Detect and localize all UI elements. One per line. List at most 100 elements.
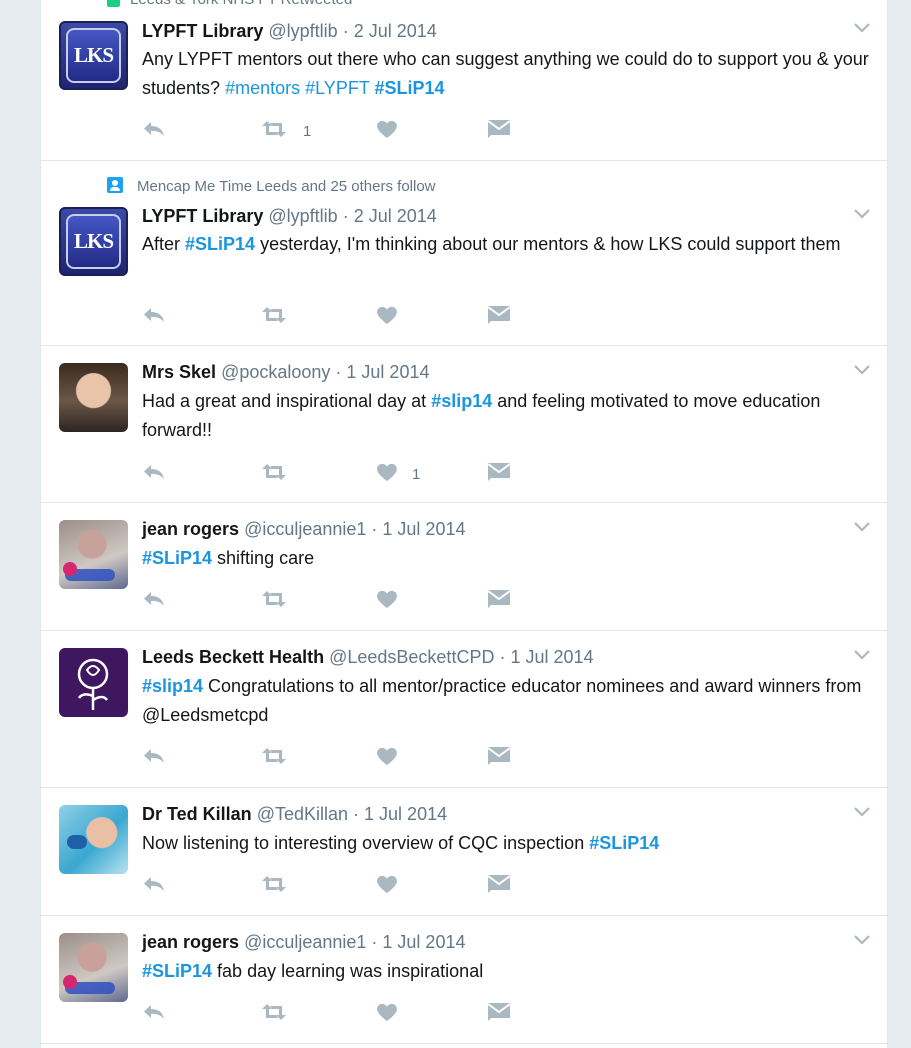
heart-icon <box>376 119 398 143</box>
reply-button[interactable] <box>142 119 166 143</box>
user-handle[interactable]: @LeedsBeckettCPD <box>329 647 494 667</box>
hashtag-link[interactable]: #SLiP14 <box>185 234 255 254</box>
tweet-date[interactable]: 1 Jul 2014 <box>382 932 465 952</box>
tweet-header: Leeds Beckett Health @LeedsBeckettCPD · … <box>142 647 594 667</box>
text-segment: Now listening to interesting overview of… <box>142 833 590 853</box>
direct-message-button[interactable] <box>487 746 511 770</box>
tweet-actions <box>142 589 562 613</box>
tweet-date[interactable]: 1 Jul 2014 <box>510 647 593 667</box>
user-fullname[interactable]: Dr Ted Killan <box>142 804 252 824</box>
hashtag-link[interactable]: #mentors <box>225 78 300 98</box>
direct-message-button[interactable] <box>487 305 511 329</box>
tweet-date[interactable]: 1 Jul 2014 <box>346 362 429 382</box>
avatar[interactable]: LKS <box>59 21 128 90</box>
user-handle[interactable]: @lypftlib <box>268 206 337 226</box>
user-fullname[interactable]: Mrs Skel <box>142 362 216 382</box>
hashtag-link[interactable]: #SLiP14 <box>375 78 445 98</box>
reply-button[interactable] <box>142 589 166 613</box>
tweet[interactable]: Mencap Me Time Leeds and 25 others follo… <box>41 160 887 346</box>
tweet[interactable]: Mrs Skel @pockaloony · 1 Jul 2014 Had a … <box>41 345 887 503</box>
like-button[interactable] <box>376 305 412 329</box>
hashtag-link[interactable]: #SLiP14 <box>589 833 659 853</box>
tweet[interactable]: Dr Ted Killan @TedKillan · 1 Jul 2014 No… <box>41 787 887 916</box>
hashtag-link[interactable]: #SLiP14 <box>142 961 212 981</box>
tweet-actions <box>142 874 562 898</box>
reply-icon <box>142 1003 166 1025</box>
user-handle[interactable]: @lypftlib <box>268 21 337 41</box>
retweet-button[interactable] <box>259 589 303 613</box>
tweet-date[interactable]: 1 Jul 2014 <box>382 519 465 539</box>
retweet-button[interactable] <box>259 462 303 486</box>
user-fullname[interactable]: jean rogers <box>142 519 239 539</box>
social-context[interactable]: Mencap Me Time Leeds and 25 others follo… <box>107 177 436 195</box>
tweet-header: LYPFT Library @lypftlib · 2 Jul 2014 <box>142 21 437 41</box>
hashtag-link[interactable]: #LYPFT <box>305 78 369 98</box>
envelope-icon <box>487 589 511 613</box>
reply-button[interactable] <box>142 305 166 329</box>
hashtag-link[interactable]: #SLiP14 <box>142 548 212 568</box>
tweet[interactable]: jean rogers @icculjeannie1 · 1 Jul 2014 … <box>41 502 887 631</box>
reply-button[interactable] <box>142 462 166 486</box>
user-fullname[interactable]: jean rogers <box>142 932 239 952</box>
user-handle[interactable]: @icculjeannie1 <box>244 932 366 952</box>
avatar[interactable]: LKS <box>59 207 128 276</box>
text-segment: shifting care <box>212 548 315 568</box>
tweet[interactable]: LKS LYPFT Library @lypftlib · 2 Jul 2014… <box>41 0 887 161</box>
reply-button[interactable] <box>142 746 166 770</box>
retweet-button[interactable] <box>259 305 303 329</box>
tweet[interactable]: jean rogers @icculjeannie1 · 1 Jul 2014 … <box>41 915 887 1044</box>
chevron-down-icon[interactable] <box>853 364 871 376</box>
user-handle[interactable]: @pockaloony <box>221 362 330 382</box>
like-button[interactable] <box>376 874 412 898</box>
user-fullname[interactable]: LYPFT Library <box>142 21 263 41</box>
tweet-header: Dr Ted Killan @TedKillan · 1 Jul 2014 <box>142 804 448 824</box>
direct-message-button[interactable] <box>487 589 511 613</box>
avatar[interactable] <box>59 805 128 874</box>
user-fullname[interactable]: LYPFT Library <box>142 206 263 226</box>
tweet-date[interactable]: 1 Jul 2014 <box>364 804 447 824</box>
chevron-down-icon[interactable] <box>853 934 871 946</box>
retweet-button[interactable]: 1 <box>259 119 311 143</box>
direct-message-button[interactable] <box>487 1002 511 1026</box>
user-handle[interactable]: @TedKillan <box>257 804 348 824</box>
envelope-icon <box>487 305 511 329</box>
direct-message-button[interactable] <box>487 874 511 898</box>
retweet-button[interactable] <box>259 746 303 770</box>
like-button[interactable] <box>376 119 412 143</box>
user-icon <box>107 177 123 193</box>
envelope-icon <box>487 874 511 898</box>
tweet-actions <box>142 1002 562 1026</box>
avatar[interactable] <box>59 520 128 589</box>
reply-button[interactable] <box>142 874 166 898</box>
hashtag-link[interactable]: #slip14 <box>431 391 492 411</box>
avatar[interactable] <box>59 363 128 432</box>
user-handle[interactable]: @icculjeannie1 <box>244 519 366 539</box>
retweet-button[interactable] <box>259 874 303 898</box>
chevron-down-icon[interactable] <box>853 208 871 220</box>
tweet[interactable]: Leeds Beckett Health @LeedsBeckettCPD · … <box>41 630 887 788</box>
chevron-down-icon[interactable] <box>853 521 871 533</box>
tweet-date[interactable]: 2 Jul 2014 <box>354 21 437 41</box>
retweet-button[interactable] <box>259 1002 303 1026</box>
tweet-text: Now listening to interesting overview of… <box>142 829 872 858</box>
chevron-down-icon[interactable] <box>853 22 871 34</box>
chevron-down-icon[interactable] <box>853 649 871 661</box>
avatar[interactable] <box>59 648 128 717</box>
hashtag-link[interactable]: #slip14 <box>142 676 203 696</box>
direct-message-button[interactable] <box>487 462 511 486</box>
tweet-date[interactable]: 2 Jul 2014 <box>354 206 437 226</box>
envelope-icon <box>487 1002 511 1026</box>
reply-button[interactable] <box>142 1002 166 1026</box>
like-button[interactable] <box>376 746 412 770</box>
chevron-down-icon[interactable] <box>853 806 871 818</box>
like-button[interactable]: 1 <box>376 462 420 486</box>
direct-message-button[interactable] <box>487 119 511 143</box>
like-button[interactable] <box>376 1002 412 1026</box>
user-fullname[interactable]: Leeds Beckett Health <box>142 647 324 667</box>
tweet-text: #slip14 Congratulations to all mentor/pr… <box>142 672 872 730</box>
reply-icon <box>142 463 166 485</box>
like-button[interactable] <box>376 589 412 613</box>
envelope-icon <box>487 119 511 143</box>
avatar[interactable] <box>59 933 128 1002</box>
tweet-header: jean rogers @icculjeannie1 · 1 Jul 2014 <box>142 519 466 539</box>
